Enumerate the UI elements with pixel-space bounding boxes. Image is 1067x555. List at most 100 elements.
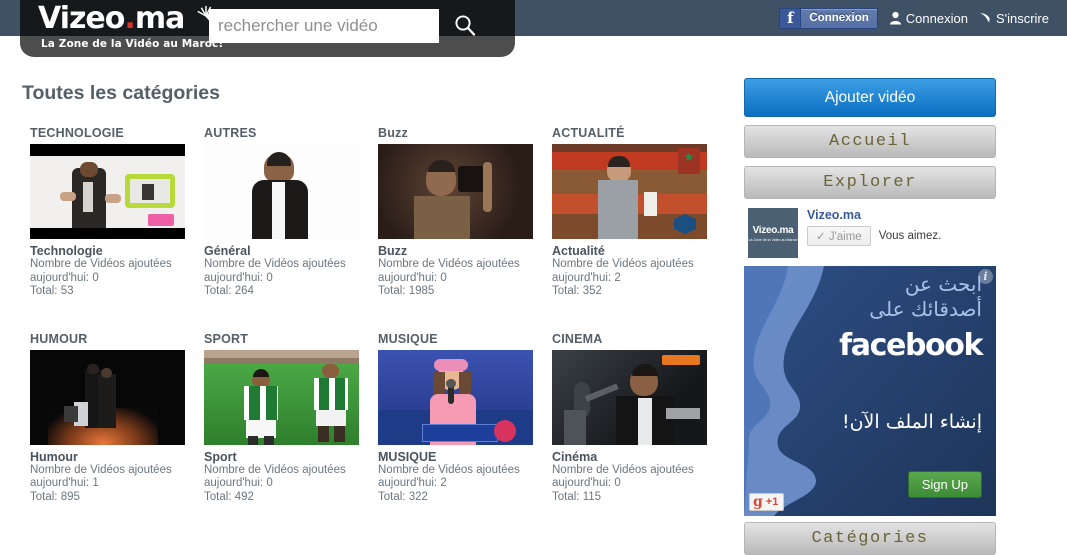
add-video-button[interactable]: Ajouter vidéo — [744, 78, 996, 117]
category-name: Actualité — [552, 244, 605, 258]
like-button[interactable]: ✓ J'aime — [807, 226, 871, 246]
category-card-humour[interactable]: HUMOUR Humour Nombre de Vidéos ajoutées … — [30, 332, 204, 505]
today-label: aujourd'hui: — [30, 271, 90, 284]
pen-icon — [980, 13, 990, 23]
sidebar-item-explorer[interactable]: Explorer — [744, 166, 996, 199]
likebox-avatar-sub: La Zone de la Vidéo au Maroc! — [748, 237, 798, 242]
category-name: MUSIQUE — [378, 449, 437, 464]
thumbnail-actualite[interactable] — [552, 144, 707, 239]
today-value: 0 — [266, 477, 273, 489]
logo-dot: . — [124, 1, 135, 36]
today-value: 0 — [614, 477, 621, 489]
today-label: aujourd'hui: — [378, 477, 438, 489]
today-value: 2 — [614, 271, 621, 284]
category-total: Total: 264 — [204, 285, 378, 299]
category-card-cinema[interactable]: CINEMA Cinéma Nombre de Vidéos ajoutées … — [552, 332, 726, 505]
category-header: AUTRES — [204, 126, 257, 140]
ad-facebook-wordmark: facebook — [839, 328, 983, 363]
search-input[interactable] — [209, 9, 439, 43]
ad-signup-button[interactable]: Sign Up — [907, 471, 982, 498]
category-name: Général — [204, 244, 251, 258]
category-name: Humour — [30, 449, 78, 464]
today-label: aujourd'hui: — [552, 271, 612, 284]
header-account-links: f Connexion Connexion S'inscrire — [779, 0, 1049, 36]
category-total: Total: 1985 — [378, 285, 552, 299]
signup-link[interactable]: S'inscrire — [979, 11, 1049, 26]
like-status: Vous aimez. — [878, 230, 942, 242]
likebox-avatar: Vizeo.ma La Zone de la Vidéo au Maroc! — [748, 208, 798, 258]
logo-text-main: Vizeo — [38, 1, 125, 36]
ad-arabic-cta: إنشاء الملف الآن! — [841, 411, 982, 433]
likebox-avatar-title: Vizeo.ma — [752, 224, 794, 236]
category-today: aujourd'hui: 1 — [30, 477, 204, 491]
category-row: HUMOUR Humour Nombre de Vidéos ajoutées … — [30, 332, 730, 505]
category-stat-label: Nombre de Vidéos ajoutées — [378, 258, 520, 270]
category-header: CINEMA — [552, 331, 603, 346]
category-stat-label: Nombre de Vidéos ajoutées — [552, 258, 694, 270]
today-value: 0 — [440, 271, 447, 284]
category-card-buzz[interactable]: Buzz Buzz Nombre de Vidéos ajoutées aujo… — [378, 126, 552, 299]
category-header: TECHNOLOGIE — [30, 126, 124, 140]
thumbnail-buzz[interactable] — [378, 144, 533, 239]
likebox-body: Vizeo.ma ✓ J'aime Vous aimez. — [807, 208, 941, 260]
sidebar-item-accueil[interactable]: Accueil — [744, 125, 996, 158]
site-logo[interactable]: Vizeo . ma — [38, 1, 217, 36]
today-value: 1 — [92, 477, 99, 489]
category-header: HUMOUR — [30, 331, 88, 346]
category-today: aujourd'hui: 0 — [30, 272, 204, 286]
category-name: Cinéma — [552, 449, 598, 464]
logo-text-suffix: ma — [134, 1, 186, 36]
category-card-sport[interactable]: SPORT Sport Nombre de Vidéos ajoutées au… — [204, 332, 378, 505]
category-card-technologie[interactable]: TECHNOLOGIE Technologie Nombre de Vidéos… — [30, 126, 204, 299]
total-value: 53 — [60, 285, 74, 297]
category-today: aujourd'hui: 0 — [204, 272, 378, 286]
category-grid: TECHNOLOGIE Technologie Nombre de Vidéos… — [30, 126, 730, 504]
category-stat-label: Nombre de Vidéos ajoutées — [30, 463, 172, 476]
ad-arabic-line1: ابحث عن — [904, 272, 982, 296]
facebook-ad-banner[interactable]: i ابحث عن أصدقائك على facebook إنشاء الم… — [744, 266, 996, 516]
category-card-autres[interactable]: AUTRES Général Nombre de Vidéos ajoutées… — [204, 126, 378, 299]
login-link[interactable]: Connexion — [889, 11, 968, 26]
today-label: aujourd'hui: — [30, 477, 90, 489]
thumbnail-humour[interactable] — [30, 349, 185, 445]
google-plus-one-button[interactable]: g +1 — [749, 493, 785, 511]
thumbnail-musique[interactable] — [378, 349, 533, 445]
thumbnail-sport[interactable] — [204, 349, 359, 445]
category-today: aujourd'hui: 2 — [552, 272, 726, 286]
category-total: Total: 492 — [204, 491, 378, 505]
sidebar-item-categories[interactable]: Catégories — [744, 522, 996, 555]
category-header: SPORT — [204, 331, 249, 346]
facebook-connect-label: Connexion — [809, 12, 869, 24]
today-label: aujourd'hui: — [552, 477, 612, 489]
thumbnail-cinema[interactable] — [552, 349, 707, 445]
plus-one-label: +1 — [765, 496, 779, 508]
total-label: Total: — [552, 490, 580, 503]
signup-label: S'inscrire — [995, 10, 1049, 26]
category-header: MUSIQUE — [378, 331, 438, 346]
ad-arabic-line2: أصدقائك على — [869, 297, 982, 321]
total-label: Total: — [552, 285, 580, 297]
total-label: Total: — [30, 285, 58, 297]
category-header: ACTUALITÉ — [552, 126, 625, 140]
search-button[interactable] — [448, 9, 482, 41]
category-header: Buzz — [378, 126, 408, 140]
site-header: Vizeo . ma La Zone de la Vidéo au Maroc!… — [0, 0, 1067, 57]
total-label: Total: — [378, 490, 406, 503]
thumbnail-technologie[interactable] — [30, 144, 185, 239]
facebook-likebox: Vizeo.ma La Zone de la Vidéo au Maroc! V… — [748, 208, 998, 260]
sidebar: Ajouter vidéo Accueil Explorer — [744, 78, 996, 199]
category-card-musique[interactable]: MUSIQUE MUSIQUE Nombre de Vidéos ajoutée… — [378, 332, 552, 505]
facebook-connect-button[interactable]: f Connexion — [779, 7, 878, 29]
category-stat-label: Nombre de Vidéos ajoutées — [204, 258, 346, 270]
likebox-page-name[interactable]: Vizeo.ma — [807, 208, 941, 222]
total-label: Total: — [378, 285, 406, 297]
today-value: 2 — [440, 477, 447, 489]
thumbnail-autres[interactable] — [204, 144, 359, 239]
category-stat-label: Nombre de Vidéos ajoutées — [30, 258, 172, 270]
today-label: aujourd'hui: — [378, 271, 438, 284]
category-card-actualite[interactable]: ACTUALITÉ Actualité Nombre de Vidéos ajo… — [552, 126, 726, 299]
today-value: 0 — [266, 271, 273, 284]
category-total: Total: 53 — [30, 285, 204, 299]
total-value: 115 — [582, 490, 602, 503]
category-stat-label: Nombre de Vidéos ajoutées — [204, 463, 346, 476]
